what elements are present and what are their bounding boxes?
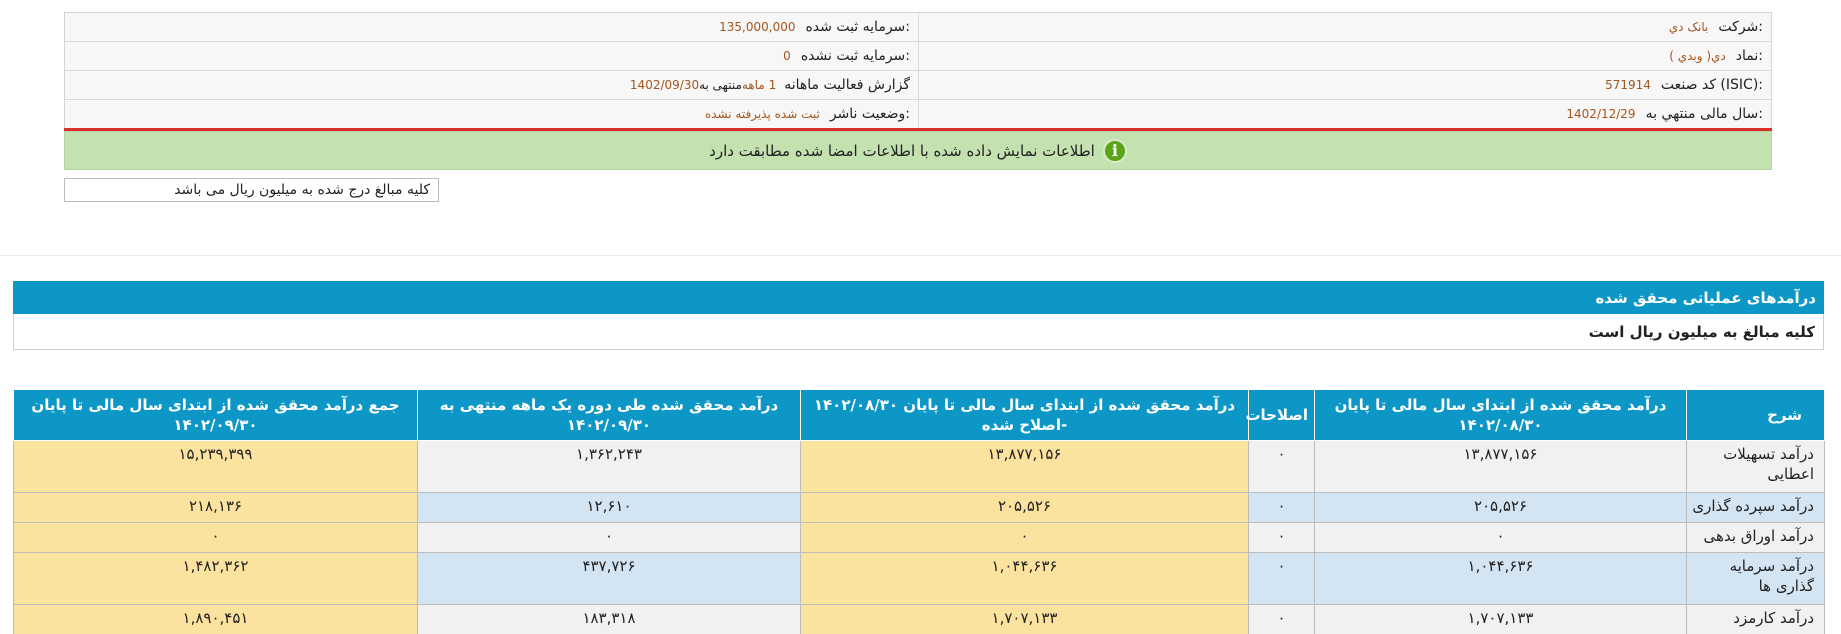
table-header-row: شرح درآمد محقق شده از ابتدای سال مالی تا… [13,389,1825,441]
report-label: گزارش فعالیت ماهانه [784,77,910,93]
report-period-value: 1 ماهه [741,78,777,92]
cell-revenue-to-0830: ۱,۷۰۷,۱۳۳ [1314,604,1687,634]
info-icon: i [1102,138,1127,163]
info-row: نماد: دي( وبدي ) سرمايه ثبت نشده: 0 [65,42,1771,71]
cell-revenue-to-0830: ۱۳,۸۷۷,۱۵۶ [1314,440,1687,493]
company-label: شرکت: [1718,19,1763,35]
symbol-cell: نماد: دي( وبدي ) [918,42,1771,70]
company-value[interactable]: بانک دي [1669,20,1709,34]
cell-revenue-adjusted: ۱,۷۰۷,۱۳۳ [800,604,1249,634]
isic-cell: کد صنعت (ISIC): 571914 [918,71,1771,99]
cell-revenue-one-month: ۴۳۷,۷۲۶ [417,552,801,605]
report-end-value: 1402/09/30 [629,78,700,92]
cell-revenue-adjusted: ۱,۰۴۴,۶۳۶ [800,552,1249,605]
unregistered-capital-cell: سرمايه ثبت نشده: 0 [65,42,918,70]
cell-revenue-to-0830: ۱,۰۴۴,۶۳۶ [1314,552,1687,605]
cell-revenue-to-0830: ۲۰۵,۵۲۶ [1314,492,1687,523]
publisher-status-label: وضعيت ناشر: [829,106,910,122]
cell-revenue-total: ۱۵,۲۳۹,۳۹۹ [13,440,418,493]
section-divider [0,255,1841,256]
cell-adjustments: ۰ [1248,522,1315,553]
capital-cell: سرمايه ثبت شده: 135,000,000 [65,13,918,41]
symbol-value[interactable]: دي( وبدي ) [1669,49,1726,63]
table-row: درآمد تسهیلات اعطایی ۱۳,۸۷۷,۱۵۶ ۰ ۱۳,۸۷۷… [13,440,1825,493]
table-row: درآمد سپرده گذاری ۲۰۵,۵۲۶ ۰ ۲۰۵,۵۲۶ ۱۲,۶… [13,492,1825,523]
table-row: درآمد کارمزد ۱,۷۰۷,۱۳۳ ۰ ۱,۷۰۷,۱۳۳ ۱۸۳,۳… [13,604,1825,634]
cell-revenue-one-month: ۱,۳۶۲,۲۴۳ [417,440,801,493]
notice-text: اطلاعات نمایش داده شده با اطلاعات امضا ش… [709,141,1095,160]
info-row: کد صنعت (ISIC): 571914 گزارش فعالیت ماها… [65,71,1771,100]
header-revenue-total: جمع درآمد محقق شده از ابتدای سال مالی تا… [13,389,418,441]
cell-revenue-one-month: ۱۲,۶۱۰ [417,492,801,523]
info-row: شرکت: بانک دي سرمايه ثبت شده: 135,000,00… [65,13,1771,42]
row-description: درآمد سپرده گذاری [1686,492,1825,523]
report-cell: گزارش فعالیت ماهانه 1 ماهه منتهی به 1402… [65,71,918,99]
row-description: درآمد کارمزد [1686,604,1825,634]
symbol-label: نماد: [1735,48,1763,64]
company-cell: شرکت: بانک دي [918,13,1771,41]
company-info-panel: شرکت: بانک دي سرمايه ثبت شده: 135,000,00… [64,12,1772,129]
fiscal-year-label: سال مالی منتهي به: [1645,106,1763,122]
header-revenue-adjusted: درآمد محقق شده از ابتدای سال مالی تا پای… [800,389,1249,441]
section-unit-note: کلیه مبالغ به میلیون ریال است [13,314,1824,350]
header-revenue-to-0830: درآمد محقق شده از ابتدای سال مالی تا پای… [1314,389,1687,441]
info-row: سال مالی منتهي به: 1402/12/29 وضعيت ناشر… [65,100,1771,128]
cell-adjustments: ۰ [1248,492,1315,523]
capital-value: 135,000,000 [719,20,796,34]
section-title: درآمدهای عملیاتی محقق شده [13,281,1824,314]
report-end-label: منتهی به [699,78,742,92]
fiscal-year-cell: سال مالی منتهي به: 1402/12/29 [918,100,1771,128]
table-row: درآمد سرمایه گذاری ها ۱,۰۴۴,۶۳۶ ۰ ۱,۰۴۴,… [13,552,1825,605]
revenue-table: شرح درآمد محقق شده از ابتدای سال مالی تا… [13,389,1825,634]
publisher-status-value: ثبت شده پذيرفته نشده [704,107,820,121]
isic-label: کد صنعت (ISIC): [1660,77,1763,93]
table-row: درآمد اوراق بدهی ۰ ۰ ۰ ۰ ۰ [13,522,1825,553]
cell-revenue-total: ۰ [13,522,418,553]
isic-value: 571914 [1605,78,1651,92]
row-description: درآمد تسهیلات اعطایی [1686,440,1825,493]
capital-label: سرمايه ثبت شده: [805,19,910,35]
unregistered-capital-value: 0 [783,49,791,63]
row-description: درآمد سرمایه گذاری ها [1686,552,1825,605]
header-revenue-one-month: درآمد محقق شده طی دوره یک ماهه منتهی به … [417,389,801,441]
cell-revenue-total: ۱,۸۹۰,۴۵۱ [13,604,418,634]
verification-notice: i اطلاعات نمایش داده شده با اطلاعات امضا… [64,131,1772,170]
unregistered-capital-label: سرمايه ثبت نشده: [800,48,910,64]
cell-revenue-total: ۱,۴۸۲,۳۶۲ [13,552,418,605]
cell-adjustments: ۰ [1248,440,1315,493]
cell-revenue-one-month: ۰ [417,522,801,553]
publisher-status-cell: وضعيت ناشر: ثبت شده پذيرفته نشده [65,100,918,128]
header-description: شرح [1686,389,1825,441]
fiscal-year-value: 1402/12/29 [1566,107,1636,121]
row-description: درآمد اوراق بدهی [1686,522,1825,553]
cell-revenue-one-month: ۱۸۳,۳۱۸ [417,604,801,634]
cell-adjustments: ۰ [1248,604,1315,634]
cell-adjustments: ۰ [1248,552,1315,605]
cell-revenue-total: ۲۱۸,۱۳۶ [13,492,418,523]
cell-revenue-adjusted: ۰ [800,522,1249,553]
cell-revenue-to-0830: ۰ [1314,522,1687,553]
header-adjustments: اصلاحات [1245,389,1315,441]
unit-note: کلیه مبالغ درج شده به میلیون ریال می باش… [64,178,439,202]
cell-revenue-adjusted: ۲۰۵,۵۲۶ [800,492,1249,523]
cell-revenue-adjusted: ۱۳,۸۷۷,۱۵۶ [800,440,1249,493]
